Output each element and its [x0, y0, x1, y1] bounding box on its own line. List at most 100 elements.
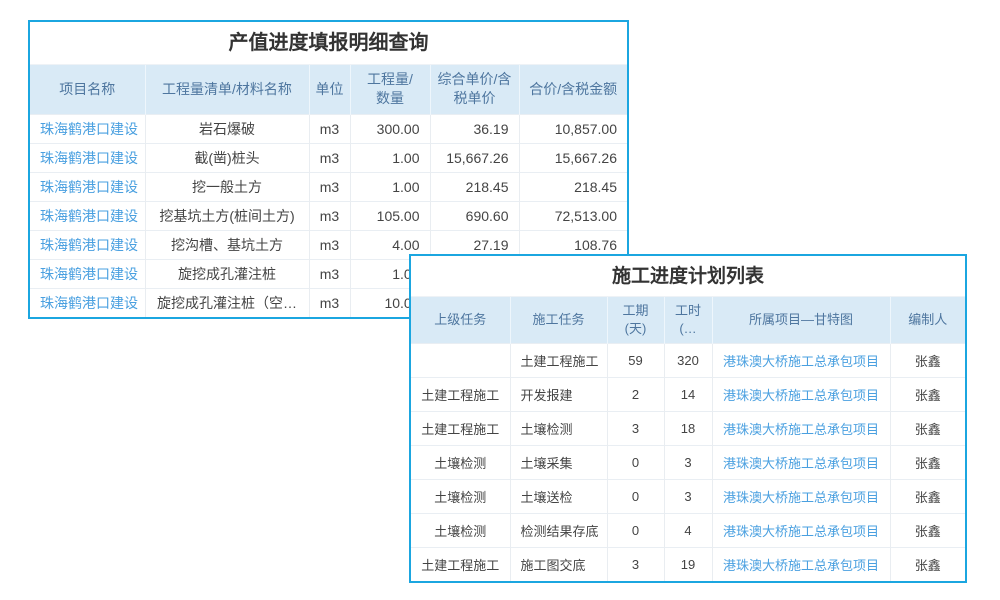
construction-schedule-panel: 施工进度计划列表 上级任务施工任务工期 (天)工时 (…所属项目—甘特图编制人土… [409, 254, 967, 583]
table-cell: 土建工程施工 [411, 411, 510, 445]
table-cell: 港珠澳大桥施工总承包项目 [712, 513, 890, 547]
project-link[interactable]: 珠海鹤港口建设 [40, 121, 138, 137]
table-cell: 张鑫 [890, 479, 965, 513]
table-cell: 土壤检测 [411, 445, 510, 479]
column-header: 工时 (… [664, 297, 712, 343]
table-cell: 19 [664, 547, 712, 581]
table-cell: 旋挖成孔灌注桩 [145, 259, 309, 288]
table-cell: 张鑫 [890, 513, 965, 547]
table-cell: 挖基坑土方(桩间土方) [145, 201, 309, 230]
table-cell: 土壤采集 [510, 445, 607, 479]
gantt-project-link[interactable]: 港珠澳大桥施工总承包项目 [723, 490, 879, 505]
gantt-project-link[interactable]: 港珠澳大桥施工总承包项目 [723, 456, 879, 471]
table-cell: m3 [309, 201, 350, 230]
gantt-project-link[interactable]: 港珠澳大桥施工总承包项目 [723, 524, 879, 539]
gantt-project-link[interactable]: 港珠澳大桥施工总承包项目 [723, 354, 879, 369]
table-cell: 2 [607, 377, 664, 411]
table-cell: 218.45 [519, 172, 627, 201]
column-header: 所属项目—甘特图 [712, 297, 890, 343]
table-row: 珠海鹤港口建设岩石爆破m3300.0036.1910,857.00 [30, 114, 627, 143]
table-cell: 港珠澳大桥施工总承包项目 [712, 411, 890, 445]
header-row: 上级任务施工任务工期 (天)工时 (…所属项目—甘特图编制人 [411, 297, 965, 343]
column-header: 编制人 [890, 297, 965, 343]
table-cell: 3 [664, 479, 712, 513]
table-row: 土壤检测检测结果存底04港珠澳大桥施工总承包项目张鑫 [411, 513, 965, 547]
table-cell: 320 [664, 343, 712, 377]
table-cell: 59 [607, 343, 664, 377]
table-cell: 张鑫 [890, 411, 965, 445]
table-cell: 0 [607, 479, 664, 513]
table-row: 土建工程施工施工图交底319港珠澳大桥施工总承包项目张鑫 [411, 547, 965, 581]
column-header: 综合单价/含 税单价 [430, 65, 519, 114]
table-cell: 珠海鹤港口建设 [30, 143, 145, 172]
project-link[interactable]: 珠海鹤港口建设 [40, 266, 138, 282]
table-cell: 岩石爆破 [145, 114, 309, 143]
table-cell: 10,857.00 [519, 114, 627, 143]
table-cell: 珠海鹤港口建设 [30, 230, 145, 259]
table-row: 土壤检测土壤采集03港珠澳大桥施工总承包项目张鑫 [411, 445, 965, 479]
table-cell: 690.60 [430, 201, 519, 230]
table-cell: 3 [607, 547, 664, 581]
table-cell: 土壤检测 [510, 411, 607, 445]
table-cell: 张鑫 [890, 377, 965, 411]
table-row: 珠海鹤港口建设挖基坑土方(桩间土方)m3105.00690.6072,513.0… [30, 201, 627, 230]
gantt-project-link[interactable]: 港珠澳大桥施工总承包项目 [723, 558, 879, 573]
table-cell: 105.00 [350, 201, 430, 230]
table-row: 土建工程施工开发报建214港珠澳大桥施工总承包项目张鑫 [411, 377, 965, 411]
gantt-project-link[interactable]: 港珠澳大桥施工总承包项目 [723, 388, 879, 403]
table-cell: 0 [607, 513, 664, 547]
table-cell: m3 [309, 143, 350, 172]
panel-title: 产值进度填报明细查询 [30, 22, 627, 65]
table-cell: 珠海鹤港口建设 [30, 288, 145, 317]
table-cell: 土壤检测 [411, 513, 510, 547]
table-cell: m3 [309, 288, 350, 317]
table-cell: 土壤检测 [411, 479, 510, 513]
project-link[interactable]: 珠海鹤港口建设 [40, 237, 138, 253]
table-cell: 珠海鹤港口建设 [30, 259, 145, 288]
table-cell: 港珠澳大桥施工总承包项目 [712, 377, 890, 411]
table-cell: 珠海鹤港口建设 [30, 201, 145, 230]
table-cell: 3 [607, 411, 664, 445]
table-cell: 300.00 [350, 114, 430, 143]
table-cell: 施工图交底 [510, 547, 607, 581]
column-header: 施工任务 [510, 297, 607, 343]
header-row: 项目名称工程量清单/材料名称单位工程量/ 数量综合单价/含 税单价合价/含税金额 [30, 65, 627, 114]
table-row: 珠海鹤港口建设挖一般土方m31.00218.45218.45 [30, 172, 627, 201]
table-cell: 挖沟槽、基坑土方 [145, 230, 309, 259]
table-cell: 挖一般土方 [145, 172, 309, 201]
table-cell: 72,513.00 [519, 201, 627, 230]
table-cell: 张鑫 [890, 445, 965, 479]
column-header: 上级任务 [411, 297, 510, 343]
table-row: 珠海鹤港口建设截(凿)桩头m31.0015,667.2615,667.26 [30, 143, 627, 172]
schedule-table: 上级任务施工任务工期 (天)工时 (…所属项目—甘特图编制人土建工程施工5932… [411, 297, 965, 581]
table-cell: 1.00 [350, 143, 430, 172]
table-cell: m3 [309, 114, 350, 143]
table-cell: 14 [664, 377, 712, 411]
table-cell: 港珠澳大桥施工总承包项目 [712, 479, 890, 513]
table-cell: 0 [607, 445, 664, 479]
project-link[interactable]: 珠海鹤港口建设 [40, 295, 138, 311]
table-cell: m3 [309, 259, 350, 288]
table-row: 土建工程施工土壤检测318 港珠澳大桥施工总承包项目张鑫 [411, 411, 965, 445]
table-cell: 珠海鹤港口建设 [30, 172, 145, 201]
project-link[interactable]: 珠海鹤港口建设 [40, 208, 138, 224]
table-row: 土建工程施工59320港珠澳大桥施工总承包项目张鑫 [411, 343, 965, 377]
gantt-project-link[interactable]: 港珠澳大桥施工总承包项目 [723, 422, 879, 437]
table-cell: m3 [309, 230, 350, 259]
panel-title: 施工进度计划列表 [411, 256, 965, 297]
table-cell: 218.45 [430, 172, 519, 201]
table-cell: 4 [664, 513, 712, 547]
table-cell: 36.19 [430, 114, 519, 143]
table-cell: 旋挖成孔灌注桩（空… [145, 288, 309, 317]
table-cell: 土建工程施工 [411, 377, 510, 411]
table-cell: 港珠澳大桥施工总承包项目 [712, 343, 890, 377]
column-header: 单位 [309, 65, 350, 114]
table-cell: m3 [309, 172, 350, 201]
column-header: 工期 (天) [607, 297, 664, 343]
table-cell: 1.00 [350, 172, 430, 201]
table-cell: 18 [664, 411, 712, 445]
table-cell: 张鑫 [890, 343, 965, 377]
column-header: 工程量/ 数量 [350, 65, 430, 114]
project-link[interactable]: 珠海鹤港口建设 [40, 150, 138, 166]
project-link[interactable]: 珠海鹤港口建设 [40, 179, 138, 195]
